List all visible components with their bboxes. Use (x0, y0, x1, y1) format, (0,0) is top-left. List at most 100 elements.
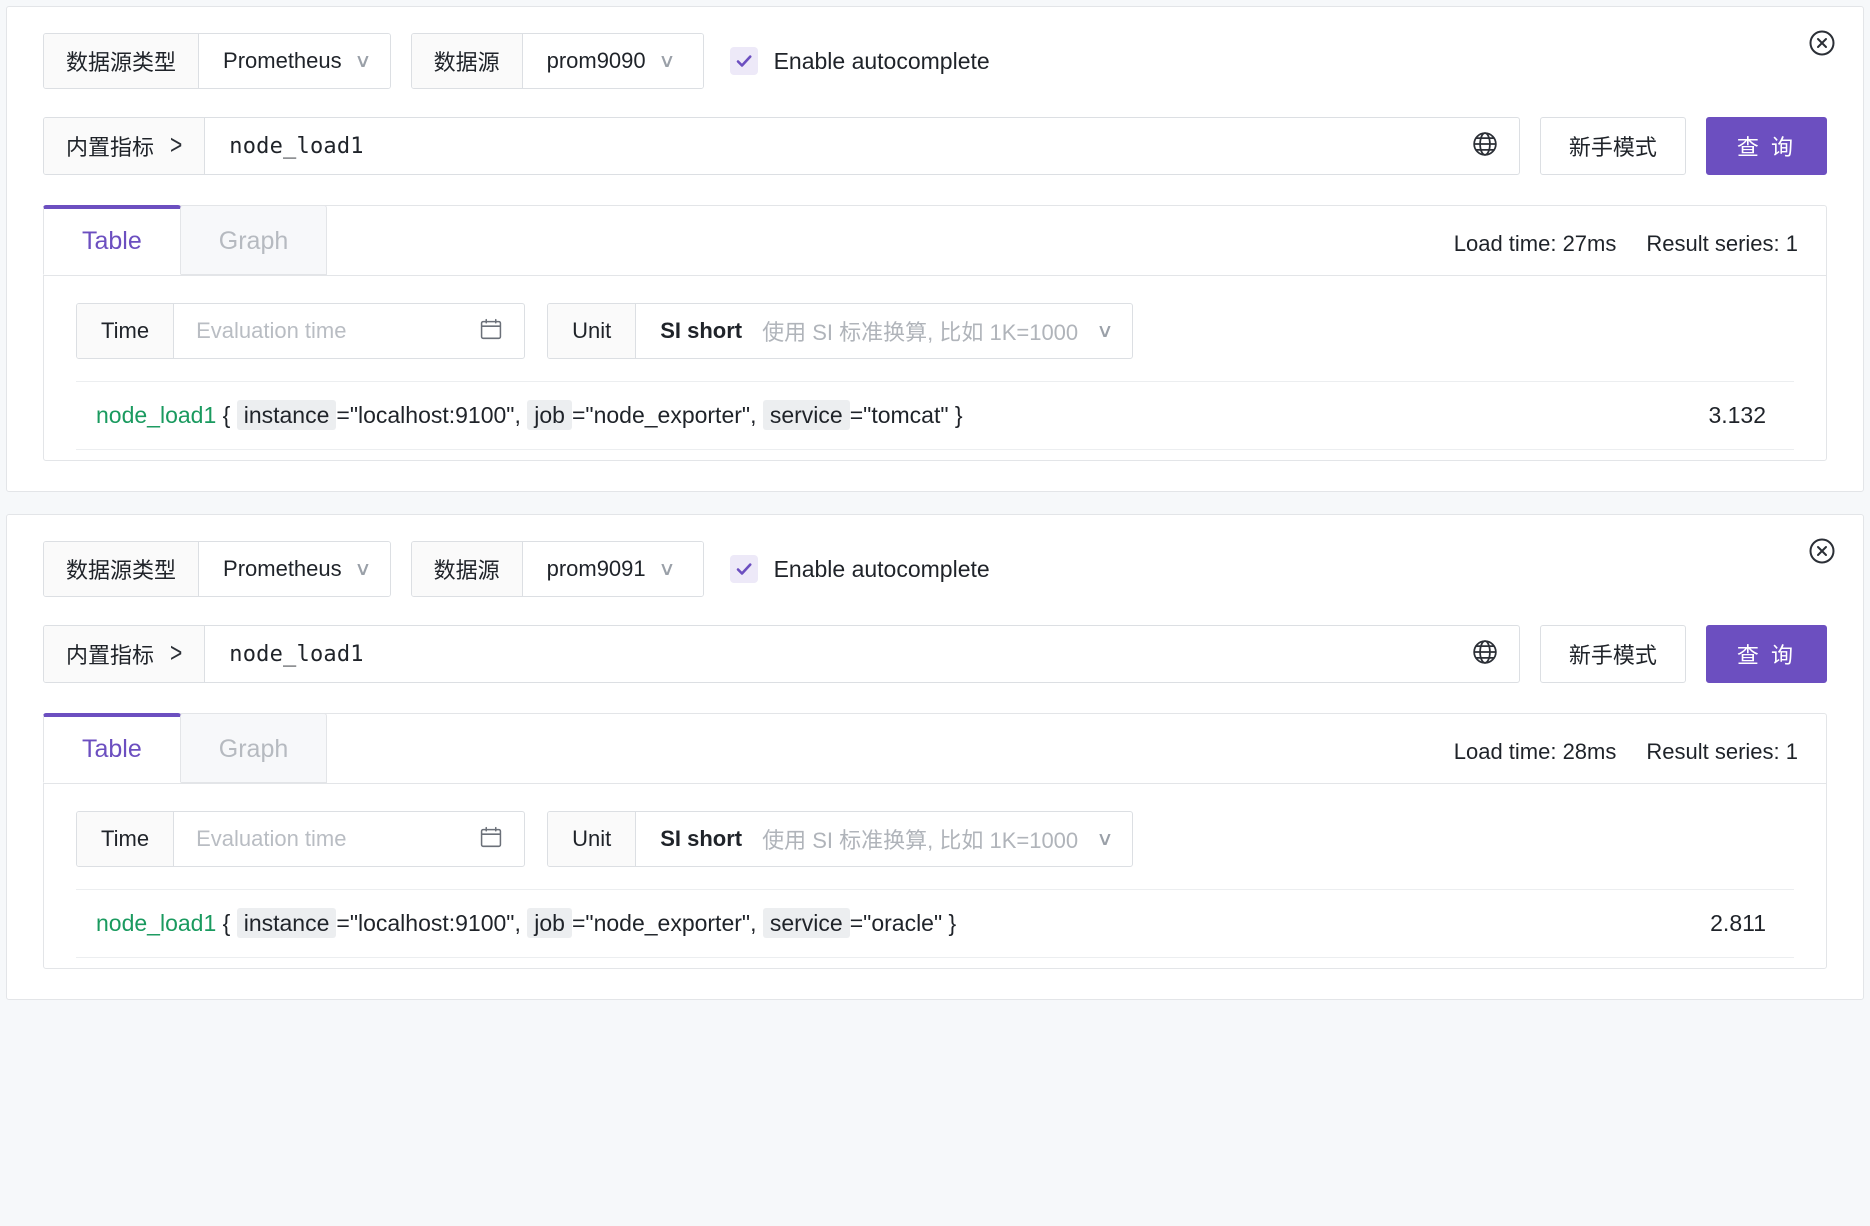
beginner-mode-button[interactable]: 新手模式 (1539, 117, 1686, 175)
datasource-select[interactable]: prom9091 ∨ (522, 542, 703, 596)
label-name: instance (236, 400, 337, 430)
globe-button[interactable] (1461, 626, 1519, 682)
unit-hint: 使用 SI 标准换算, 比如 1K=1000 (762, 320, 1079, 345)
builtin-metrics-label: 内置指标 (66, 135, 155, 160)
table-row[interactable]: node_load1 { instance ="localhost:9100", … (76, 889, 1794, 958)
unit-hint: 使用 SI 标准换算, 比如 1K=1000 (762, 828, 1079, 853)
chevron-right-icon: > (170, 638, 183, 669)
globe-icon (1471, 130, 1499, 163)
unit-select[interactable]: SI short 使用 SI 标准换算, 比如 1K=1000 ∨ (636, 812, 1132, 866)
evaluation-time-input[interactable]: Evaluation time (174, 304, 524, 358)
tab-graph[interactable]: Graph (179, 205, 328, 275)
builtin-metrics-button[interactable]: 内置指标 > (44, 118, 206, 174)
query-input-box: 内置指标 > node_load1 (43, 625, 1520, 683)
label-value: "localhost:9100" (349, 402, 515, 428)
series-label: node_load1 { instance ="localhost:9100", … (96, 908, 956, 938)
chevron-down-icon: ∨ (657, 558, 676, 580)
calendar-icon (478, 316, 504, 347)
close-panel-button[interactable] (1807, 536, 1837, 566)
datasource-type-group: 数据源类型 Prometheus ∨ (43, 33, 391, 89)
load-time-text: Load time: 28ms (1453, 739, 1617, 764)
query-bar: 内置指标 > node_load1 新手模式 查 询 (43, 625, 1827, 683)
enable-autocomplete-label: Enable autocomplete (773, 47, 990, 74)
label-eq: = (849, 402, 864, 428)
tab-table[interactable]: Table (43, 713, 181, 783)
enable-autocomplete-checkbox[interactable]: Enable autocomplete (729, 555, 990, 583)
unit-label: Unit (548, 304, 637, 358)
unit-select[interactable]: SI short 使用 SI 标准换算, 比如 1K=1000 ∨ (636, 304, 1132, 358)
chevron-right-icon: > (170, 130, 183, 161)
label-eq: = (571, 910, 586, 936)
check-icon (734, 51, 754, 71)
datasource-group: 数据源 prom9091 ∨ (410, 541, 704, 597)
datasource-type-select[interactable]: Prometheus ∨ (199, 34, 390, 88)
enable-autocomplete-checkbox[interactable]: Enable autocomplete (729, 47, 990, 75)
label-eq: = (849, 910, 864, 936)
label-value: "tomcat" (863, 402, 949, 428)
datasource-type-group: 数据源类型 Prometheus ∨ (43, 541, 391, 597)
unit-value: SI short (660, 318, 743, 343)
series-label: node_load1 { instance ="localhost:9100", … (96, 400, 963, 430)
series-value: 2.811 (1710, 910, 1766, 936)
label-value: "node_exporter" (585, 910, 751, 936)
results-meta: Load time: 27ms Result series: 1 (1454, 231, 1798, 275)
results-tabs-bar: Table Graph Load time: 28ms Result serie… (43, 713, 1826, 784)
chevron-down-icon: ∨ (1096, 828, 1114, 850)
globe-button[interactable] (1461, 118, 1519, 174)
query-workspace: 数据源类型 Prometheus ∨ 数据源 prom9090 ∨ Enable… (0, 0, 1870, 1226)
chevron-down-icon: ∨ (657, 50, 676, 72)
label-name: service (762, 908, 850, 938)
promql-input[interactable]: node_load1 (205, 118, 1461, 174)
chevron-down-icon: ∨ (1096, 320, 1114, 342)
datasource-label: 数据源 (411, 542, 523, 596)
datasource-type-label: 数据源类型 (44, 542, 200, 596)
unit-group: Unit SI short 使用 SI 标准换算, 比如 1K=1000 ∨ (547, 811, 1134, 867)
series-metric-name: node_load1 (96, 910, 217, 936)
checkbox-box (729, 47, 758, 75)
label-value: "localhost:9100" (349, 910, 515, 936)
evaluation-time-group: Time Evaluation time (76, 811, 526, 867)
beginner-mode-button[interactable]: 新手模式 (1539, 625, 1686, 683)
unit-group: Unit SI short 使用 SI 标准换算, 比如 1K=1000 ∨ (547, 303, 1134, 359)
tab-graph[interactable]: Graph (179, 713, 328, 783)
label-eq: = (336, 402, 350, 428)
table-controls: Time Evaluation time Unit SI short 使用 SI… (76, 303, 1794, 359)
query-bar: 内置指标 > node_load1 新手模式 查 询 (43, 117, 1827, 175)
load-time-text: Load time: 27ms (1453, 231, 1617, 256)
chevron-down-icon: ∨ (353, 50, 372, 72)
datasource-controls: 数据源类型 Prometheus ∨ 数据源 prom9090 ∨ Enable… (43, 33, 1827, 89)
datasource-type-value: Prometheus (223, 556, 342, 581)
builtin-metrics-button[interactable]: 内置指标 > (44, 626, 206, 682)
results-container: Table Graph Load time: 28ms Result serie… (43, 713, 1827, 969)
table-row[interactable]: node_load1 { instance ="localhost:9100", … (76, 381, 1794, 450)
unit-label: Unit (548, 812, 637, 866)
datasource-select[interactable]: prom9090 ∨ (522, 34, 703, 88)
query-panel: 数据源类型 Prometheus ∨ 数据源 prom9091 ∨ Enable… (6, 514, 1864, 1000)
datasource-controls: 数据源类型 Prometheus ∨ 数据源 prom9091 ∨ Enable… (43, 541, 1827, 597)
datasource-type-label: 数据源类型 (44, 34, 200, 88)
query-input-box: 内置指标 > node_load1 (43, 117, 1520, 175)
calendar-icon (478, 824, 504, 855)
evaluation-time-input[interactable]: Evaluation time (174, 812, 524, 866)
label-eq: = (571, 402, 586, 428)
datasource-label: 数据源 (411, 34, 523, 88)
label-name: instance (236, 908, 337, 938)
checkbox-box (729, 555, 758, 583)
globe-icon (1471, 638, 1499, 671)
close-panel-button[interactable] (1807, 28, 1837, 58)
label-eq: = (336, 910, 350, 936)
run-query-button[interactable]: 查 询 (1705, 117, 1827, 175)
promql-input[interactable]: node_load1 (205, 626, 1461, 682)
unit-value: SI short (660, 826, 743, 851)
run-query-button[interactable]: 查 询 (1705, 625, 1827, 683)
series-value: 3.132 (1708, 402, 1766, 428)
tab-table[interactable]: Table (43, 205, 181, 275)
label-name: service (762, 400, 850, 430)
results-tabs: Table Graph (43, 713, 328, 783)
evaluation-time-placeholder: Evaluation time (196, 318, 347, 343)
label-value: "oracle" (863, 910, 943, 936)
datasource-type-select[interactable]: Prometheus ∨ (199, 542, 390, 596)
table-controls: Time Evaluation time Unit SI short 使用 SI… (76, 811, 1794, 867)
close-brace: } (954, 402, 963, 428)
close-circle-icon (1807, 28, 1837, 58)
